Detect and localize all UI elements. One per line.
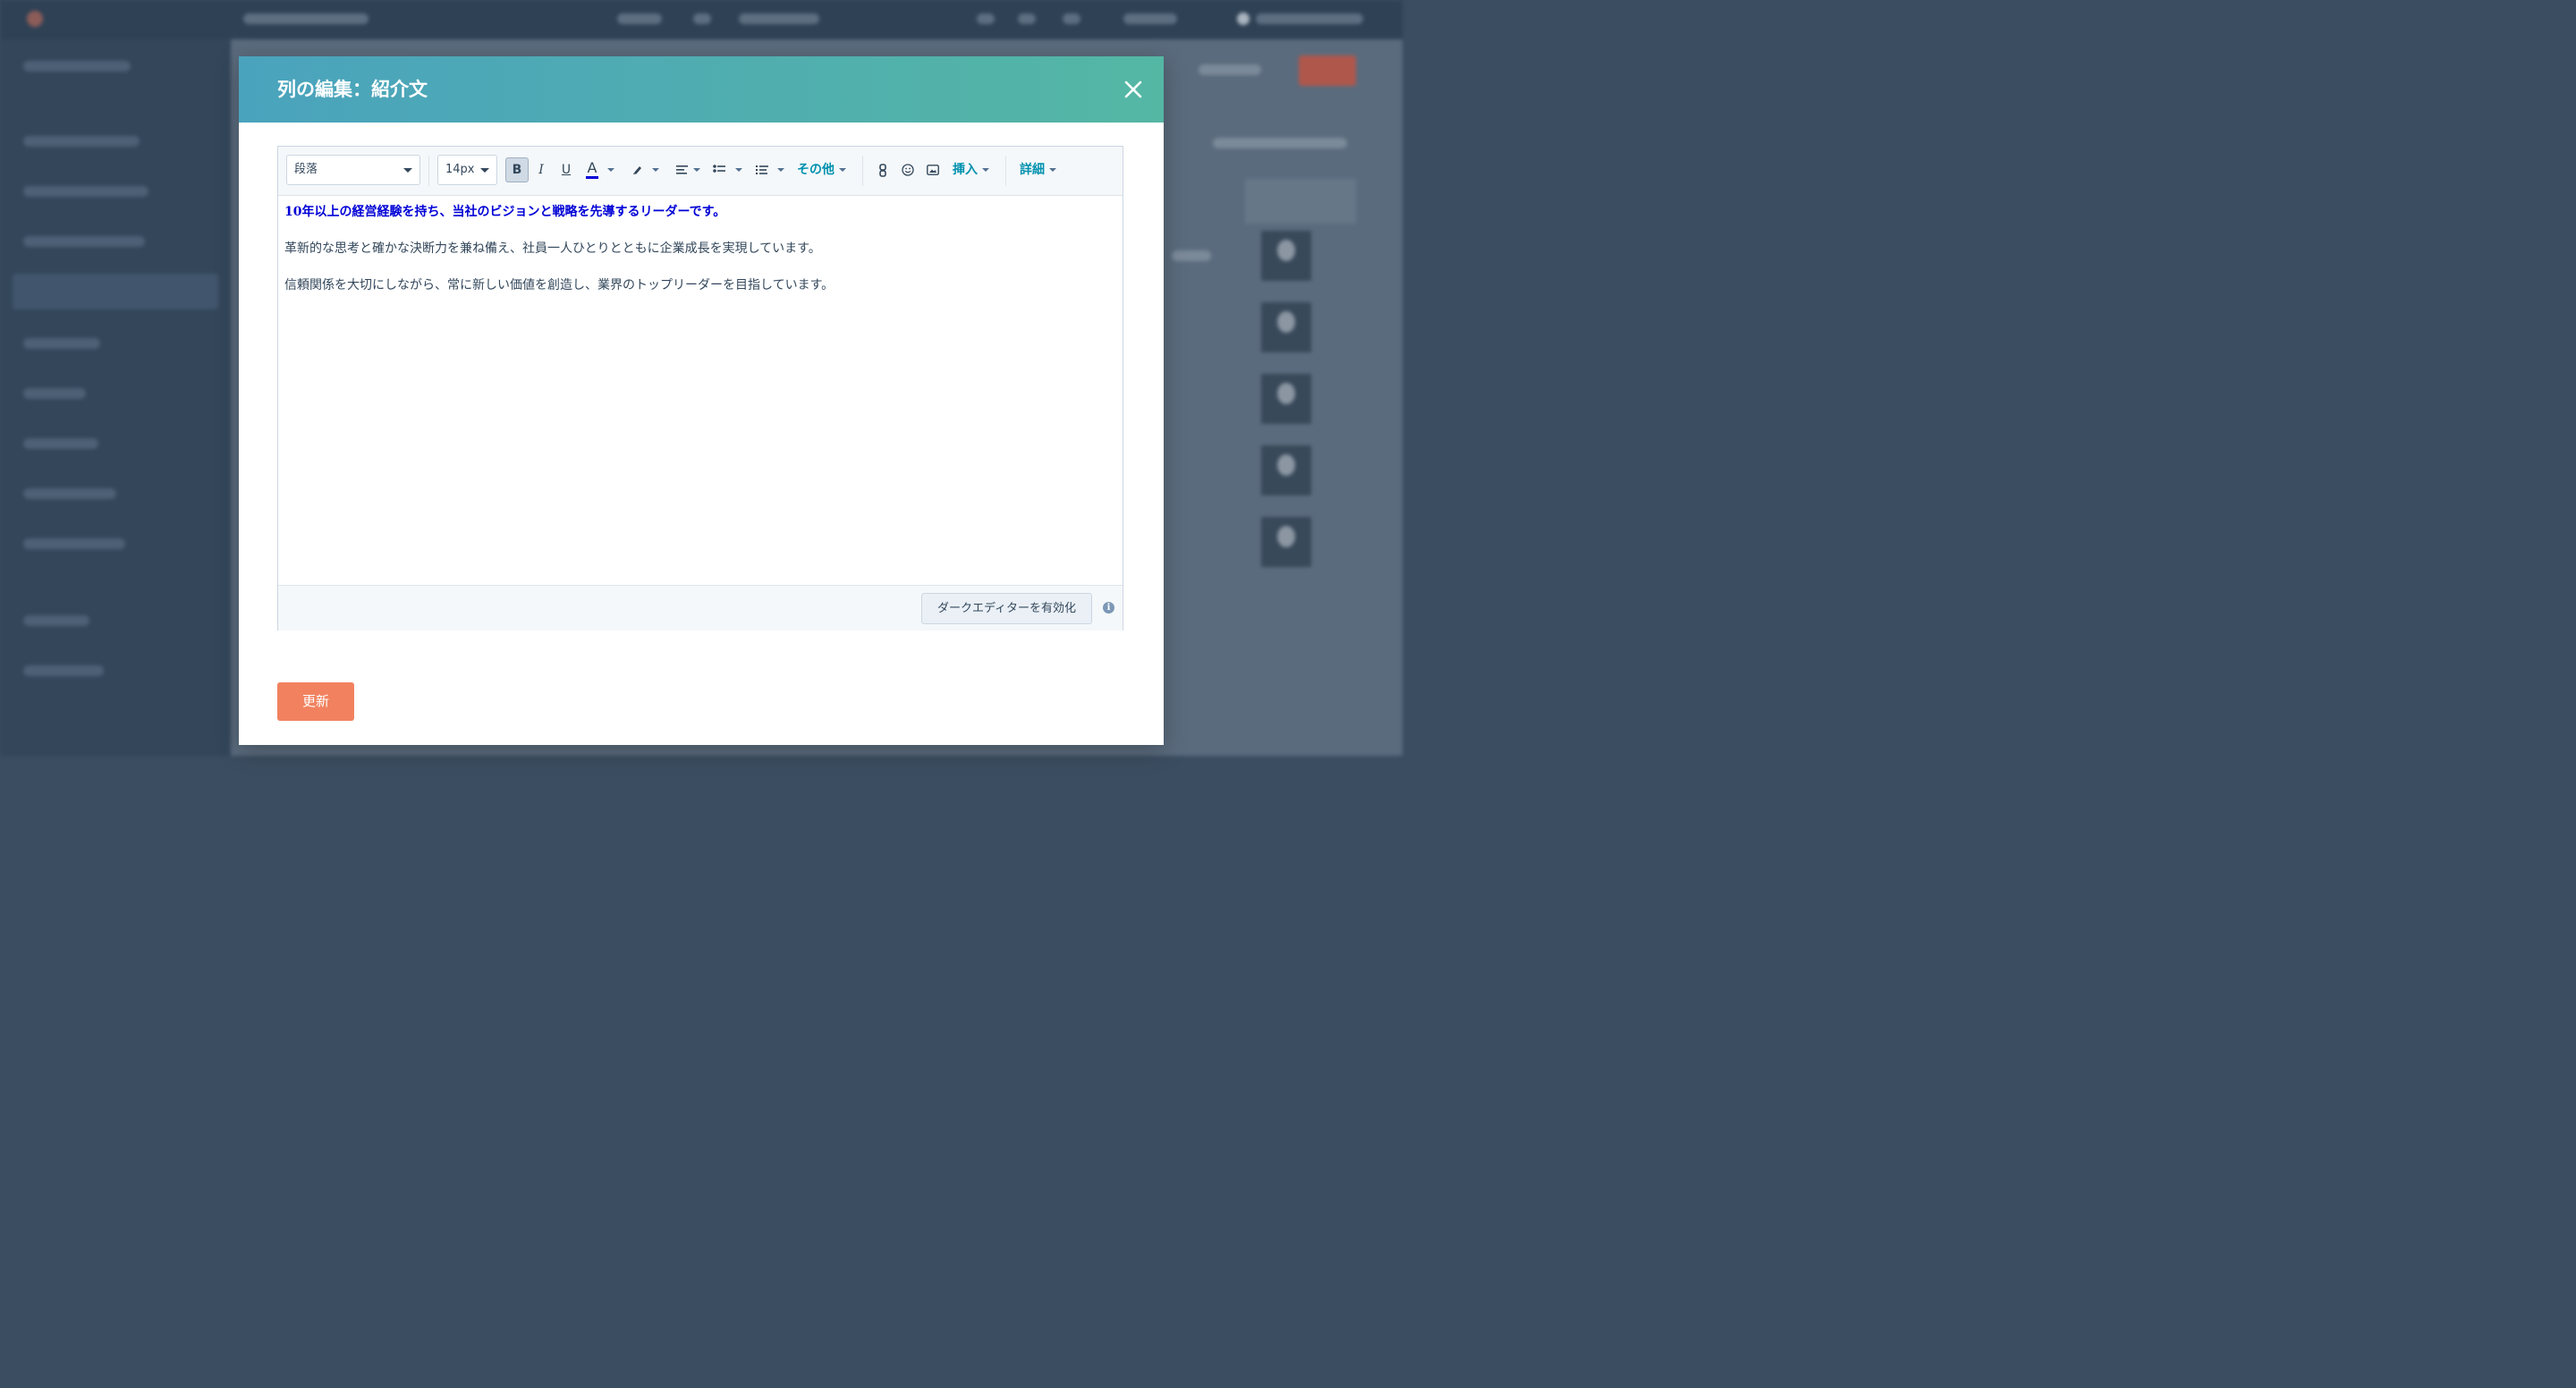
- insert-menu-button[interactable]: 挿入: [953, 161, 989, 179]
- toolbar-divider: [428, 156, 429, 186]
- background-photo: [1261, 374, 1311, 424]
- background-photo: [1261, 517, 1311, 567]
- background-topbar-item: [1256, 13, 1363, 24]
- font-size-value: 14px: [445, 163, 475, 176]
- italic-button[interactable]: I: [534, 157, 548, 182]
- background-topbar-item: [693, 13, 711, 24]
- background-sidebar-item: [23, 338, 100, 349]
- background-sidebar-item: [23, 61, 131, 72]
- background-search: [243, 13, 369, 24]
- link-icon[interactable]: [876, 157, 890, 182]
- image-icon[interactable]: [926, 157, 940, 182]
- background-sidebar-item: [23, 665, 104, 676]
- modal-title: 列の編集：紹介文: [277, 79, 428, 100]
- background-cell: [1172, 250, 1211, 261]
- numbered-list-icon[interactable]: [754, 157, 770, 182]
- advanced-menu-label: 詳細: [1020, 163, 1045, 177]
- background-primary-button: [1299, 55, 1356, 86]
- block-format-value: 段落: [294, 163, 318, 176]
- background-avatar: [1237, 13, 1250, 25]
- editor-content[interactable]: 10年以上の経営経験を持ち、当社のビジョンと戦略を先導するリーダーです。 革新的…: [284, 203, 1112, 313]
- underline-label: U: [561, 163, 572, 177]
- chevron-down-icon: [652, 168, 659, 172]
- enable-dark-editor-button[interactable]: ダークエディターを有効化: [921, 593, 1092, 624]
- background-link: [1199, 64, 1261, 75]
- info-icon[interactable]: [1103, 602, 1114, 614]
- background-sidebar-item: [23, 438, 98, 449]
- background-topbar-item: [739, 13, 819, 24]
- background-photo: [1261, 302, 1311, 352]
- background-link: [1213, 138, 1347, 148]
- chevron-down-icon: [693, 168, 700, 172]
- chevron-down-icon: [735, 168, 742, 172]
- text-color-label: A: [587, 159, 597, 176]
- highlighter-icon[interactable]: [629, 157, 647, 182]
- chevron-down-icon: [839, 168, 846, 172]
- font-size-select[interactable]: 14px: [437, 155, 497, 185]
- chevron-down-icon: [777, 168, 784, 172]
- editor-footer: ダークエディターを有効化: [278, 585, 1123, 631]
- content-paragraph: 10年以上の経営経験を持ち、当社のビジョンと戦略を先導するリーダーです。: [284, 205, 726, 219]
- background-topbar-item: [617, 13, 662, 24]
- chevron-down-icon: [403, 168, 412, 173]
- background-topbar-item: [1123, 13, 1177, 24]
- editor-toolbar: 段落 14px B I U A その他 挿入 詳細: [278, 147, 1123, 196]
- background-sidebar-item: [23, 136, 140, 147]
- more-menu-label: その他: [797, 163, 835, 177]
- content-paragraph: 革新的な思考と確かな決断力を兼ね備え、社員一人ひとりとともに企業成長を実現してい…: [284, 241, 821, 256]
- background-column-header: [1245, 179, 1356, 224]
- background-photo: [1261, 231, 1311, 281]
- bulleted-list-icon[interactable]: [711, 157, 727, 182]
- background-sidebar-item: [23, 186, 148, 197]
- background-sidebar-item: [23, 488, 116, 499]
- chevron-down-icon: [607, 168, 614, 172]
- background-topbar-item: [1063, 13, 1080, 24]
- background-sidebar-item: [23, 538, 125, 549]
- content-paragraph: 信頼関係を大切にしながら、常に新しい価値を創造し、業界のトップリーダーを目指して…: [284, 278, 835, 292]
- text-color-button[interactable]: A: [584, 157, 600, 182]
- underline-button[interactable]: U: [559, 157, 573, 182]
- background-topbar-item: [1018, 13, 1036, 24]
- background-photo: [1261, 445, 1311, 495]
- text-color-swatch: [586, 176, 598, 179]
- advanced-menu-button[interactable]: 詳細: [1020, 161, 1056, 179]
- background-topbar: [0, 0, 1402, 39]
- rich-text-editor: 段落 14px B I U A その他 挿入 詳細 10年以上の経営経験を持ち、…: [277, 146, 1123, 631]
- more-menu-button[interactable]: その他: [797, 161, 846, 179]
- chevron-down-icon: [480, 168, 489, 173]
- bold-button[interactable]: B: [505, 157, 529, 182]
- update-button[interactable]: 更新: [277, 682, 354, 721]
- insert-menu-label: 挿入: [953, 163, 978, 177]
- background-sidebar: [0, 39, 231, 756]
- background-logo: [27, 11, 43, 27]
- close-icon[interactable]: [1118, 74, 1148, 105]
- emoji-icon[interactable]: [901, 157, 915, 182]
- bold-label: B: [512, 163, 522, 177]
- background-sidebar-item: [23, 615, 89, 626]
- toolbar-divider: [862, 156, 863, 186]
- background-sidebar-item: [23, 388, 86, 399]
- modal-header: 列の編集：紹介文: [239, 56, 1164, 123]
- block-format-select[interactable]: 段落: [286, 155, 420, 185]
- italic-label: I: [538, 163, 544, 177]
- background-topbar-item: [977, 13, 995, 24]
- chevron-down-icon: [982, 168, 989, 172]
- background-sidebar-item: [23, 236, 145, 247]
- align-left-icon[interactable]: [674, 157, 691, 182]
- toolbar-divider: [1005, 156, 1006, 186]
- background-sidebar-item-active: [13, 274, 218, 309]
- chevron-down-icon: [1049, 168, 1056, 172]
- edit-column-modal: 列の編集：紹介文 段落 14px B I U A その他 挿入 詳細 10年以上…: [239, 56, 1164, 745]
